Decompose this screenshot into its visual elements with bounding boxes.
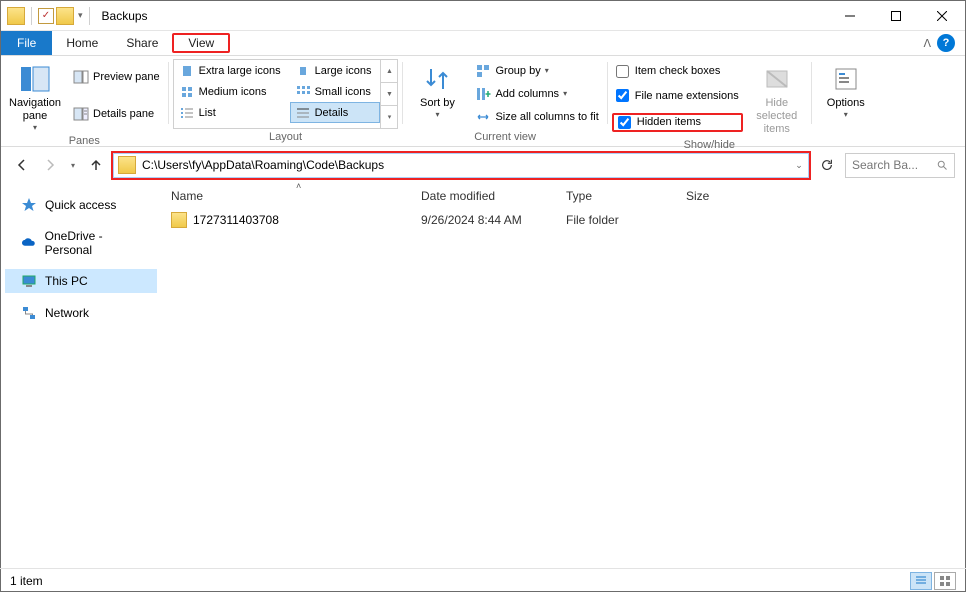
- cloud-icon: [21, 235, 37, 251]
- tab-view[interactable]: View: [172, 33, 230, 53]
- layout-details[interactable]: Details: [290, 102, 381, 123]
- checkbox-icon[interactable]: [616, 89, 629, 102]
- navigation-pane-button[interactable]: Navigation pane ▾: [5, 59, 65, 133]
- separator: [31, 7, 32, 25]
- layout-small-icons[interactable]: Small icons: [290, 81, 381, 102]
- window-title: Backups: [94, 9, 148, 23]
- tab-share[interactable]: Share: [112, 31, 172, 55]
- refresh-button[interactable]: [815, 153, 839, 177]
- ribbon-group-current-view: Sort by ▾ Group by ▾ Add columns ▾ Size …: [403, 56, 606, 146]
- preview-pane-button[interactable]: Preview pane: [69, 67, 164, 87]
- search-icon: [936, 159, 948, 171]
- minimize-button[interactable]: [827, 1, 873, 31]
- address-path[interactable]: C:\Users\fy\AppData\Roaming\Code\Backups: [142, 158, 790, 172]
- ribbon-group-layout: Extra large icons Large icons Medium ico…: [169, 56, 403, 146]
- file-name-extensions-checkbox[interactable]: File name extensions: [612, 88, 743, 103]
- navigation-pane-label: Navigation pane: [5, 97, 65, 123]
- file-rows: 1727311403708 9/26/2024 8:44 AM File fol…: [161, 209, 965, 231]
- content-area: Quick access OneDrive - Personal This PC…: [1, 183, 965, 558]
- ribbon-group-panes: Navigation pane ▾ Preview pane Details p…: [1, 56, 168, 146]
- item-check-boxes-checkbox[interactable]: Item check boxes: [612, 64, 743, 79]
- address-bar[interactable]: C:\Users\fy\AppData\Roaming\Code\Backups…: [113, 153, 809, 178]
- nav-quick-access[interactable]: Quick access: [5, 193, 157, 217]
- folder-icon: [118, 156, 136, 174]
- column-header-date[interactable]: Date modified: [421, 189, 566, 203]
- add-columns-button[interactable]: Add columns ▾: [471, 84, 602, 104]
- status-text: 1 item: [10, 574, 43, 588]
- options-button[interactable]: Options ▾: [816, 59, 876, 129]
- item-name: 1727311403708: [193, 213, 279, 227]
- checkbox-icon[interactable]: [616, 65, 629, 78]
- ribbon-group-show-hide: Item check boxes File name extensions Hi…: [608, 56, 811, 146]
- up-button[interactable]: [85, 154, 107, 176]
- nav-network[interactable]: Network: [5, 301, 157, 325]
- back-button[interactable]: [11, 154, 33, 176]
- layout-scroll[interactable]: ▲ ▼ ▾: [381, 59, 398, 129]
- file-list: Name ˄ Date modified Type Size 172731140…: [161, 183, 965, 558]
- hidden-items-checkbox[interactable]: Hidden items: [612, 113, 743, 132]
- properties-icon[interactable]: ✓: [38, 8, 54, 24]
- help-icon[interactable]: ?: [937, 34, 955, 52]
- tab-home[interactable]: Home: [52, 31, 112, 55]
- sort-by-button[interactable]: Sort by ▾: [407, 59, 467, 129]
- folder-icon: [171, 212, 187, 228]
- size-all-columns-button[interactable]: Size all columns to fit: [471, 107, 602, 127]
- nav-this-pc[interactable]: This PC: [5, 269, 157, 293]
- column-header-size[interactable]: Size: [686, 189, 766, 203]
- column-header-name[interactable]: Name ˄: [171, 189, 421, 203]
- qat-dropdown-icon[interactable]: ▾: [78, 10, 83, 21]
- checkbox-icon[interactable]: [618, 116, 631, 129]
- scroll-down-icon[interactable]: ▼: [381, 83, 397, 106]
- new-folder-icon[interactable]: [56, 7, 74, 25]
- recent-locations-button[interactable]: ▾: [67, 154, 79, 176]
- nav-onedrive[interactable]: OneDrive - Personal: [5, 225, 157, 261]
- ribbon-group-options: Options ▾: [812, 56, 880, 146]
- column-headers: Name ˄ Date modified Type Size: [161, 183, 965, 209]
- search-input[interactable]: Search Ba...: [845, 153, 955, 178]
- column-header-type[interactable]: Type: [566, 189, 686, 203]
- maximize-button[interactable]: [873, 1, 919, 31]
- navigation-pane: Quick access OneDrive - Personal This PC…: [1, 183, 161, 558]
- layout-medium-icons[interactable]: Medium icons: [174, 81, 290, 102]
- layout-extra-large-icons[interactable]: Extra large icons: [174, 60, 290, 81]
- quick-access-toolbar: ✓ ▾: [1, 7, 94, 25]
- details-pane-button[interactable]: Details pane: [69, 104, 164, 124]
- layout-large-icons[interactable]: Large icons: [290, 60, 381, 81]
- group-by-button[interactable]: Group by ▾: [471, 61, 602, 81]
- scroll-more-icon[interactable]: ▾: [381, 106, 397, 128]
- tab-file[interactable]: File: [1, 31, 52, 55]
- hide-selected-items-button: Hide selected items: [747, 59, 807, 137]
- titlebar: ✓ ▾ Backups: [1, 1, 965, 31]
- item-date: 9/26/2024 8:44 AM: [421, 213, 566, 227]
- ribbon-tabs: File Home Share View ᐱ ?: [1, 31, 965, 56]
- list-item[interactable]: 1727311403708 9/26/2024 8:44 AM File fol…: [171, 209, 965, 231]
- navigation-bar: ▾ C:\Users\fy\AppData\Roaming\Code\Backu…: [1, 147, 965, 183]
- computer-icon: [21, 273, 37, 289]
- item-type: File folder: [566, 213, 686, 227]
- network-icon: [21, 305, 37, 321]
- sort-asc-icon: ˄: [296, 181, 301, 191]
- view-large-icons-toggle[interactable]: [934, 572, 956, 590]
- folder-icon: [7, 7, 25, 25]
- layout-list[interactable]: List: [174, 102, 290, 123]
- close-button[interactable]: [919, 1, 965, 31]
- view-details-toggle[interactable]: [910, 572, 932, 590]
- star-icon: [21, 197, 37, 213]
- scroll-up-icon[interactable]: ▲: [381, 60, 397, 83]
- status-bar: 1 item: [0, 568, 966, 592]
- separator: [89, 7, 90, 25]
- ribbon: Navigation pane ▾ Preview pane Details p…: [1, 56, 965, 147]
- address-dropdown-icon[interactable]: ⌄: [790, 154, 808, 177]
- forward-button[interactable]: [39, 154, 61, 176]
- collapse-ribbon-icon[interactable]: ᐱ: [923, 37, 931, 55]
